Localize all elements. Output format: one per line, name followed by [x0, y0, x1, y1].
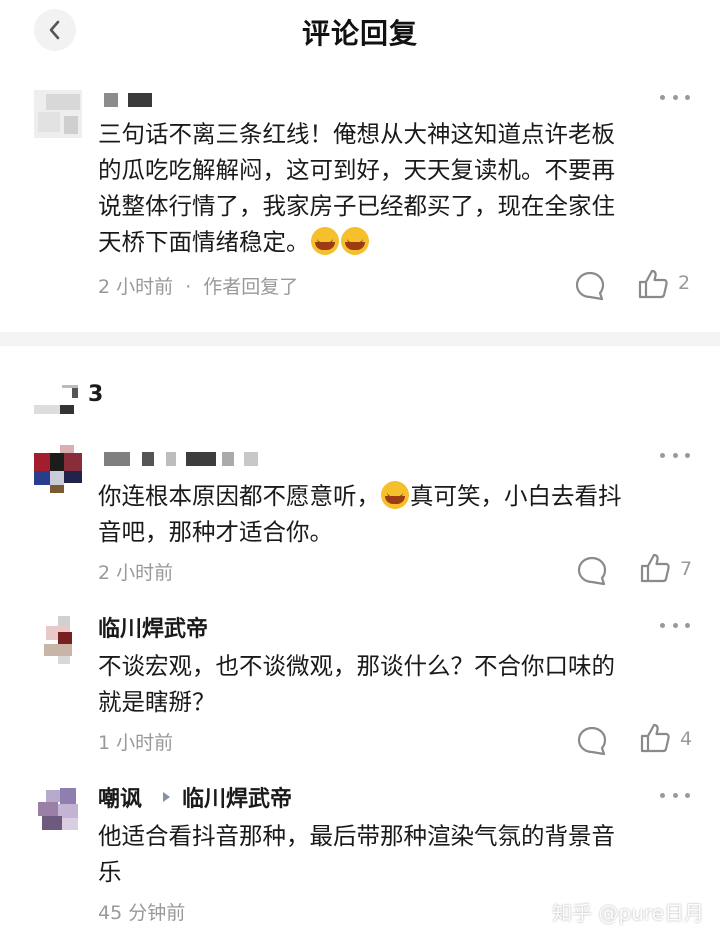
reply-to-arrow-icon — [163, 792, 170, 802]
more-options-button[interactable] — [660, 450, 690, 460]
comment-bubble-icon[interactable] — [576, 555, 608, 587]
laugh-cry-emoji-icon — [340, 227, 369, 255]
comment-text: 不谈宏观，也不谈微观，那谈什么？不合你口味的 就是瞎掰？ — [98, 652, 615, 716]
comment-meta: 2 小时前 · 作者回复了 — [98, 272, 298, 299]
author-replied-label: 作者回复了 — [203, 276, 299, 298]
username[interactable]: 嘲讽 — [98, 781, 142, 813]
comment-bubble-icon[interactable] — [574, 270, 606, 302]
more-options-button[interactable] — [660, 92, 690, 102]
like-count: 7 — [680, 558, 693, 580]
username-redacted[interactable] — [104, 452, 264, 466]
avatar[interactable] — [34, 445, 82, 493]
avatar[interactable] — [34, 90, 82, 138]
reply-count: 3 — [88, 382, 104, 407]
username[interactable]: 临川焊武帝 — [98, 611, 208, 643]
watermark: 知乎 @pure日月 — [552, 901, 704, 925]
comment-time: 2 小时前 — [98, 276, 174, 298]
comment-text: 他适合看抖音那种，最后带那种渲染气氛的背景音 乐 — [98, 822, 615, 886]
comment-bubble-icon[interactable] — [576, 725, 608, 757]
top-bar: 评论回复 — [0, 0, 720, 62]
thumbs-up-icon[interactable] — [636, 267, 670, 301]
laugh-cry-emoji-icon — [310, 227, 339, 255]
more-options-button[interactable] — [660, 790, 690, 800]
thumbs-up-icon[interactable] — [638, 721, 672, 755]
more-options-button[interactable] — [660, 620, 690, 630]
laugh-cry-emoji-icon — [381, 481, 409, 509]
comment-text: 三句话不离三条红线！俺想从大神这知道点许老板 的瓜吃吃解解闷，这可到好，天天复读… — [98, 120, 615, 256]
username-redacted[interactable] — [104, 93, 154, 107]
avatar[interactable] — [34, 616, 82, 664]
comment-time: 2 小时前 — [98, 562, 174, 584]
section-divider — [0, 332, 720, 346]
comment-time: 1 小时前 — [98, 732, 174, 754]
avatar[interactable] — [34, 786, 82, 834]
page-title: 评论回复 — [301, 17, 418, 50]
comment-time: 45 分钟前 — [98, 902, 186, 924]
thread-title-redacted — [32, 385, 82, 415]
like-count: 2 — [678, 272, 691, 294]
thumbs-up-icon[interactable] — [638, 551, 672, 585]
like-count: 4 — [680, 728, 693, 750]
reply-to-username[interactable]: 临川焊武帝 — [182, 781, 292, 813]
comment-text: 你连根本原因都不愿意听， 真可笑，小白去看抖 音吧，那种才适合你。 — [98, 481, 622, 546]
meta-separator: · — [185, 276, 192, 298]
